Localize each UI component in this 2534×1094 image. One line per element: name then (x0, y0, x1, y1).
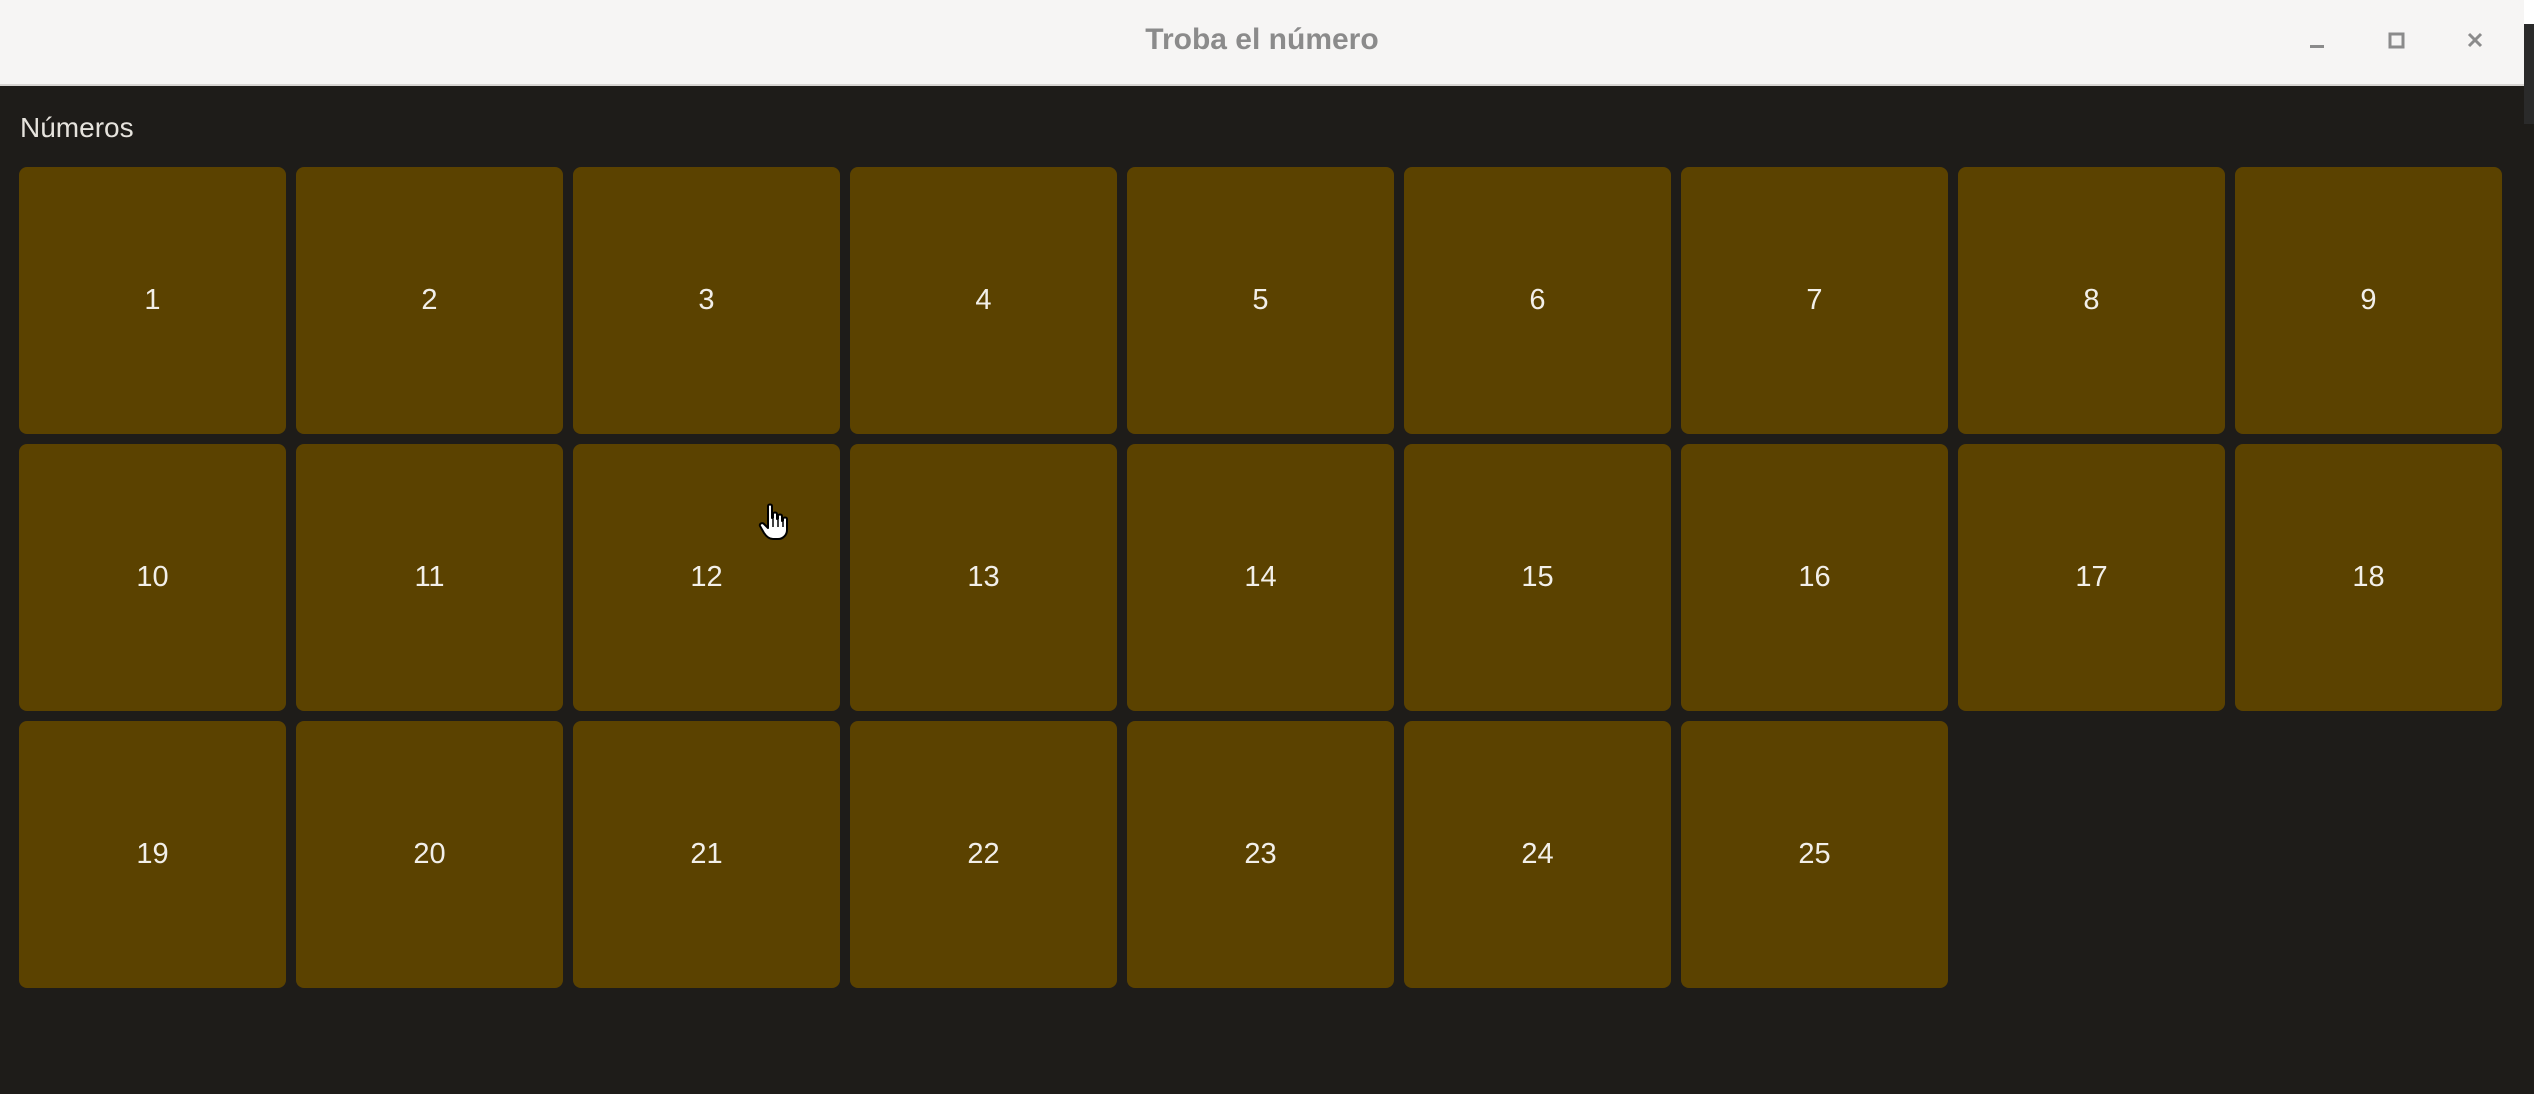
number-button-8[interactable]: 8 (1958, 167, 2225, 434)
number-button-18[interactable]: 18 (2235, 444, 2502, 711)
number-grid: 1 2 3 4 5 6 7 8 9 10 11 12 13 14 15 16 17 18 19 20 21 22 23 24 2… (19, 167, 2502, 988)
number-button-label: 21 (690, 838, 723, 870)
number-button-1[interactable]: 1 (19, 167, 286, 434)
number-button-label: 10 (136, 561, 169, 593)
close-button[interactable] (2452, 18, 2498, 64)
number-button-16[interactable]: 16 (1681, 444, 1948, 711)
number-button-label: 9 (2360, 284, 2377, 316)
number-button-12[interactable]: 12 (573, 444, 840, 711)
number-button-label: 2 (421, 284, 438, 316)
number-button-label: 7 (1806, 284, 1823, 316)
number-button-25[interactable]: 25 (1681, 721, 1948, 988)
number-button-2[interactable]: 2 (296, 167, 563, 434)
number-button-label: 25 (1798, 838, 1831, 870)
number-button-label: 17 (2075, 561, 2108, 593)
number-button-label: 13 (967, 561, 1000, 593)
number-button-label: 15 (1521, 561, 1554, 593)
number-button-label: 4 (975, 284, 992, 316)
number-button-10[interactable]: 10 (19, 444, 286, 711)
background-window-edge (2524, 0, 2534, 1094)
number-button-15[interactable]: 15 (1404, 444, 1671, 711)
number-button-14[interactable]: 14 (1127, 444, 1394, 711)
number-button-label: 18 (2352, 561, 2385, 593)
number-button-label: 1 (144, 284, 161, 316)
number-button-3[interactable]: 3 (573, 167, 840, 434)
minimize-button[interactable] (2294, 18, 2340, 64)
window-title: Troba el número (1145, 23, 1379, 56)
number-button-24[interactable]: 24 (1404, 721, 1671, 988)
number-button-22[interactable]: 22 (850, 721, 1117, 988)
app-window: Troba el número Números 1 2 3 4 5 6 7 8 9 10 11 12 1… (0, 0, 2524, 1094)
number-button-21[interactable]: 21 (573, 721, 840, 988)
section-label-numeros: Números (20, 112, 134, 143)
number-button-5[interactable]: 5 (1127, 167, 1394, 434)
number-button-label: 3 (698, 284, 715, 316)
number-button-label: 8 (2083, 284, 2100, 316)
number-button-label: 5 (1252, 284, 1269, 316)
number-button-label: 20 (413, 838, 446, 870)
number-button-11[interactable]: 11 (296, 444, 563, 711)
number-button-label: 6 (1529, 284, 1546, 316)
number-button-label: 12 (690, 561, 723, 593)
number-button-19[interactable]: 19 (19, 721, 286, 988)
number-button-label: 24 (1521, 838, 1554, 870)
number-button-label: 11 (414, 561, 445, 593)
number-button-4[interactable]: 4 (850, 167, 1117, 434)
number-button-6[interactable]: 6 (1404, 167, 1671, 434)
maximize-icon (2388, 32, 2405, 49)
number-button-label: 14 (1244, 561, 1277, 593)
number-button-label: 23 (1244, 838, 1277, 870)
minimize-icon (2310, 45, 2324, 48)
close-icon (2467, 32, 2483, 48)
number-button-label: 22 (967, 838, 1000, 870)
number-button-7[interactable]: 7 (1681, 167, 1948, 434)
number-button-13[interactable]: 13 (850, 444, 1117, 711)
maximize-button[interactable] (2373, 18, 2419, 64)
number-button-20[interactable]: 20 (296, 721, 563, 988)
number-button-23[interactable]: 23 (1127, 721, 1394, 988)
number-button-9[interactable]: 9 (2235, 167, 2502, 434)
number-button-label: 19 (136, 838, 169, 870)
number-button-label: 16 (1798, 561, 1831, 593)
title-bar[interactable]: Troba el número (0, 0, 2524, 86)
number-button-17[interactable]: 17 (1958, 444, 2225, 711)
